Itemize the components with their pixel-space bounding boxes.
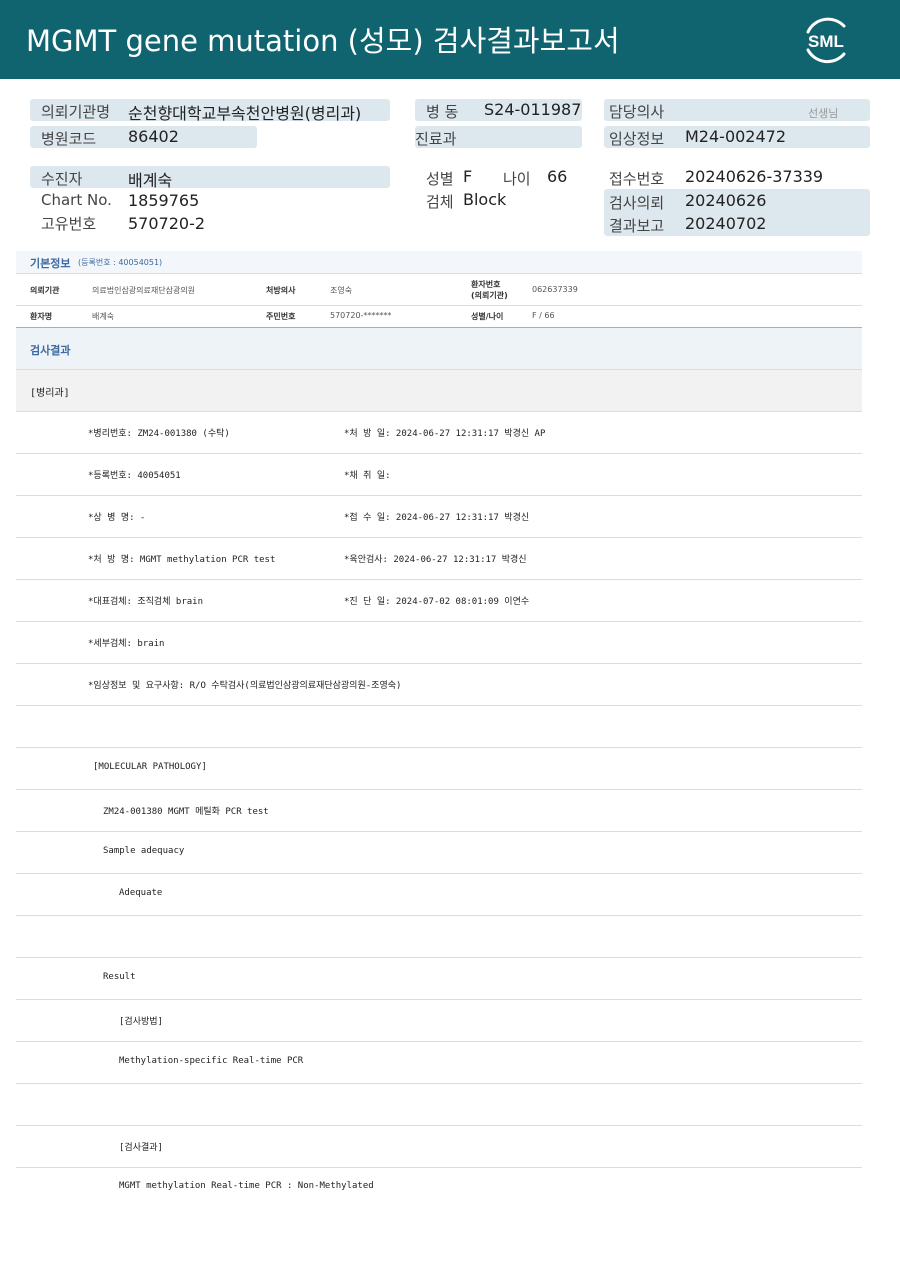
chart-label: Chart No. [41,191,112,209]
prescription-date: *처 방 일: 2024-06-27 12:31:17 박경신 AP [344,429,546,439]
request-label: 검사의뢰 [609,194,665,212]
patient-no-value: 062637339 [532,285,578,294]
hospital-code-label: 병원코드 [41,130,97,148]
result-row: [검사방법] [16,1000,862,1042]
doctor-suffix: 선생님 [808,107,839,120]
department-name: [병리과] [30,388,70,399]
report-label: 결과보고 [609,217,665,235]
id-label: 고유번호 [41,215,97,233]
test-line: ZM24-001380 MGMT 메틸화 PCR test [103,807,269,817]
sample-adequacy-value: Adequate [119,888,163,898]
inst-value: 의료법인삼광의료재단삼광의원 [92,286,196,295]
result-row: MGMT methylation Real-time PCR : Non-Met… [16,1167,862,1207]
result-row: Methylation-specific Real-time PCR [16,1042,862,1084]
detail-specimen: *세부검체: brain [88,639,165,649]
collection-date: *채 취 일: [344,471,391,481]
result-row: [검사결과] [16,1126,862,1168]
outcome-label: [검사결과] [119,1143,163,1153]
rrn-label: 주민번호 [266,312,296,321]
result-row: *등록번호: 40054051 *채 취 일: [16,454,862,496]
patient-no-sublabel: (의뢰기관) [471,291,508,300]
method-value: Methylation-specific Real-time PCR [119,1056,304,1066]
doctor-label: 담당의사 [609,103,665,121]
result-row: ZM24-001380 MGMT 메틸화 PCR test [16,790,862,832]
clinical-label: 임상정보 [609,130,665,148]
department-label: 진료과 [415,130,457,148]
result-row: *처 방 명: MGMT methylation PCR test *육안검사:… [16,538,862,580]
receipt-value: 20240626-37339 [685,167,824,186]
registration-note: (등록번호 : 40054051) [78,258,163,267]
rrn-value: 570720-******* [330,311,392,320]
patient-no-label: 환자번호 [471,280,501,289]
clinical-value: M24-002472 [685,127,787,146]
department-row: [병리과] [16,370,862,412]
patient-name-label: 환자명 [30,312,53,321]
sex-label: 성별 [426,170,454,188]
specimen-value: Block [463,190,507,209]
examinee-label: 수진자 [41,170,83,188]
result-header: 검사결과 [16,327,862,370]
report-header: MGMT gene mutation (성모) 검사결과보고서 SML [0,0,900,79]
blank-row [16,706,862,748]
basic-info-header: 기본정보 (등록번호 : 40054051) [16,251,862,274]
receipt-date: *접 수 일: 2024-06-27 12:31:17 박경신 [344,513,530,523]
id-value: 570720-2 [128,214,206,233]
prescriber-label: 처방의사 [266,286,296,295]
gross-exam-date: *육안검사: 2024-06-27 12:31:17 박경신 [344,555,527,565]
basic-info-row-1: 의뢰기관 의료법인삼광의료재단삼광의원 처방의사 조영숙 환자번호 (의뢰기관)… [16,275,862,306]
result-row: Adequate [16,874,862,916]
basic-info-row-2: 환자명 배계숙 주민번호 570720-******* 성별/나이 F / 66 [16,306,862,327]
inst-label: 의뢰기관 [30,286,60,295]
result-row: *상 병 명: - *접 수 일: 2024-06-27 12:31:17 박경… [16,496,862,538]
result-title: 검사결과 [30,344,71,357]
sample-adequacy-label: Sample adequacy [103,846,185,856]
method-label: [검사방법] [119,1017,163,1027]
registration-number: *등록번호: 40054051 [88,471,181,481]
basic-info-title: 기본정보 [30,257,71,270]
receipt-label: 접수번호 [609,170,665,188]
molecular-pathology-heading: [MOLECULAR PATHOLOGY] [93,762,207,772]
blank-row [16,1084,862,1126]
result-row: *임상정보 및 요구사항: R/O 수탁검사(의료법인삼광의료재단삼광의원-조영… [16,664,862,706]
institution-value: 순천향대학교부속천안병원(병리과) [128,104,362,123]
chart-value: 1859765 [128,191,200,210]
sex-age-label: 성별/나이 [471,312,504,321]
result-row: *대표검체: 조직검체 brain *진 단 일: 2024-07-02 08:… [16,580,862,622]
clinical-requirements: *임상정보 및 요구사항: R/O 수탁검사(의료법인삼광의료재단삼광의원-조영… [88,681,402,691]
sml-logo-icon: SML [806,17,846,64]
age-value: 66 [547,167,568,186]
report-value: 20240702 [685,214,767,233]
request-value: 20240626 [685,191,767,210]
specimen-label: 검체 [426,193,454,211]
result-row: *세부검체: brain [16,622,862,664]
diagnosis-name: *상 병 명: - [88,513,146,523]
result-row: [MOLECULAR PATHOLOGY] [16,748,862,790]
outcome-value: MGMT methylation Real-time PCR : Non-Met… [119,1181,374,1191]
ward-value: S24-011987 [484,100,582,119]
diagnosis-date: *진 단 일: 2024-07-02 08:01:09 이연수 [344,597,530,607]
logo-text: SML [808,32,844,51]
blank-row [16,916,862,958]
sex-value: F [463,167,473,186]
examinee-value: 배계숙 [128,171,173,190]
institution-label: 의뢰기관명 [41,103,111,121]
ward-label: 병 동 [426,103,459,121]
report-title: MGMT gene mutation (성모) 검사결과보고서 [26,24,620,58]
result-row: *병리번호: ZM24-001380 (수탁) *처 방 일: 2024-06-… [16,412,862,454]
pathology-number: *병리번호: ZM24-001380 (수탁) [88,429,230,439]
examinee-bar [30,166,390,188]
age-label: 나이 [503,170,531,188]
prescriber-value: 조영숙 [330,286,353,295]
patient-name-value: 배계숙 [92,312,115,321]
representative-specimen: *대표검체: 조직검체 brain [88,597,204,607]
result-row: Sample adequacy [16,832,862,874]
result-row: Result [16,958,862,1000]
result-label: Result [103,972,136,982]
hospital-code-value: 86402 [128,127,179,146]
prescription-name: *처 방 명: MGMT methylation PCR test [88,555,276,565]
sex-age-value: F / 66 [532,311,555,320]
